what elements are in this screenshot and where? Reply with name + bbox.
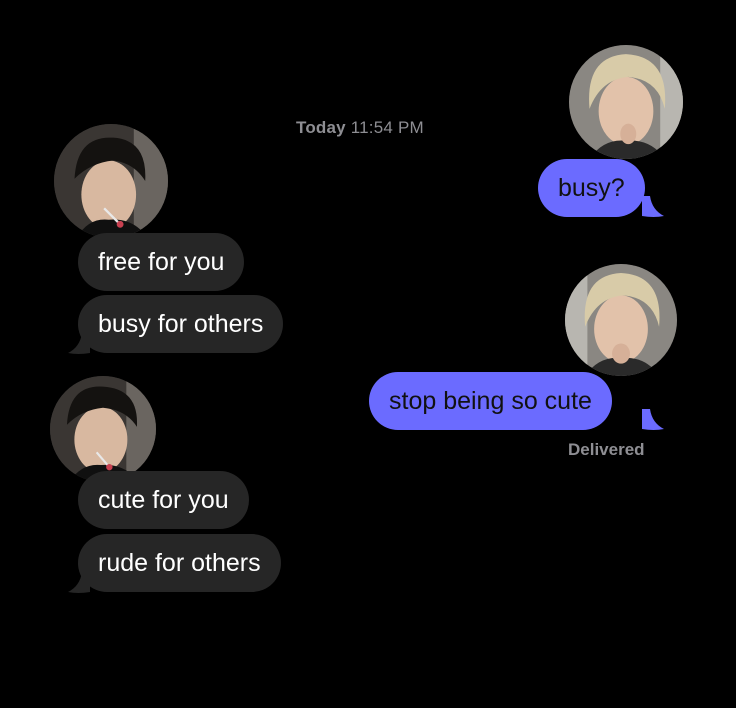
user-avatar[interactable] <box>569 45 683 159</box>
bubble-tail-icon <box>68 333 90 355</box>
blonde-haired-person-photo-icon <box>569 45 683 159</box>
outgoing-message-bubble[interactable]: stop being so cute <box>369 372 612 430</box>
outgoing-message-bubble[interactable]: busy? <box>538 159 645 217</box>
incoming-message-bubble[interactable]: busy for others <box>78 295 284 353</box>
message-text: free for you <box>98 248 225 276</box>
dark-haired-person-photo-icon <box>50 376 156 482</box>
message-timestamp: Today 11:54 PM <box>296 118 424 138</box>
message-text: cute for you <box>98 486 229 514</box>
bubble-tail-icon <box>68 572 90 594</box>
message-text: busy? <box>558 174 625 202</box>
timestamp-day: Today <box>296 118 346 137</box>
contact-avatar[interactable] <box>50 376 156 482</box>
message-text: stop being so cute <box>389 387 592 415</box>
incoming-message-bubble[interactable]: rude for others <box>78 534 281 592</box>
timestamp-time: 11:54 PM <box>350 118 424 137</box>
incoming-message-bubble[interactable]: cute for you <box>78 471 249 529</box>
bubble-tail-icon <box>642 196 664 218</box>
message-text: busy for others <box>98 310 264 338</box>
incoming-message-bubble[interactable]: free for you <box>78 233 245 291</box>
user-avatar[interactable] <box>565 264 677 376</box>
bubble-tail-icon <box>642 409 664 431</box>
contact-avatar[interactable] <box>54 124 168 238</box>
dark-haired-person-photo-icon <box>54 124 168 238</box>
message-text: rude for others <box>98 549 261 577</box>
delivered-status: Delivered <box>568 440 645 459</box>
blonde-haired-person-photo-icon <box>565 264 677 376</box>
